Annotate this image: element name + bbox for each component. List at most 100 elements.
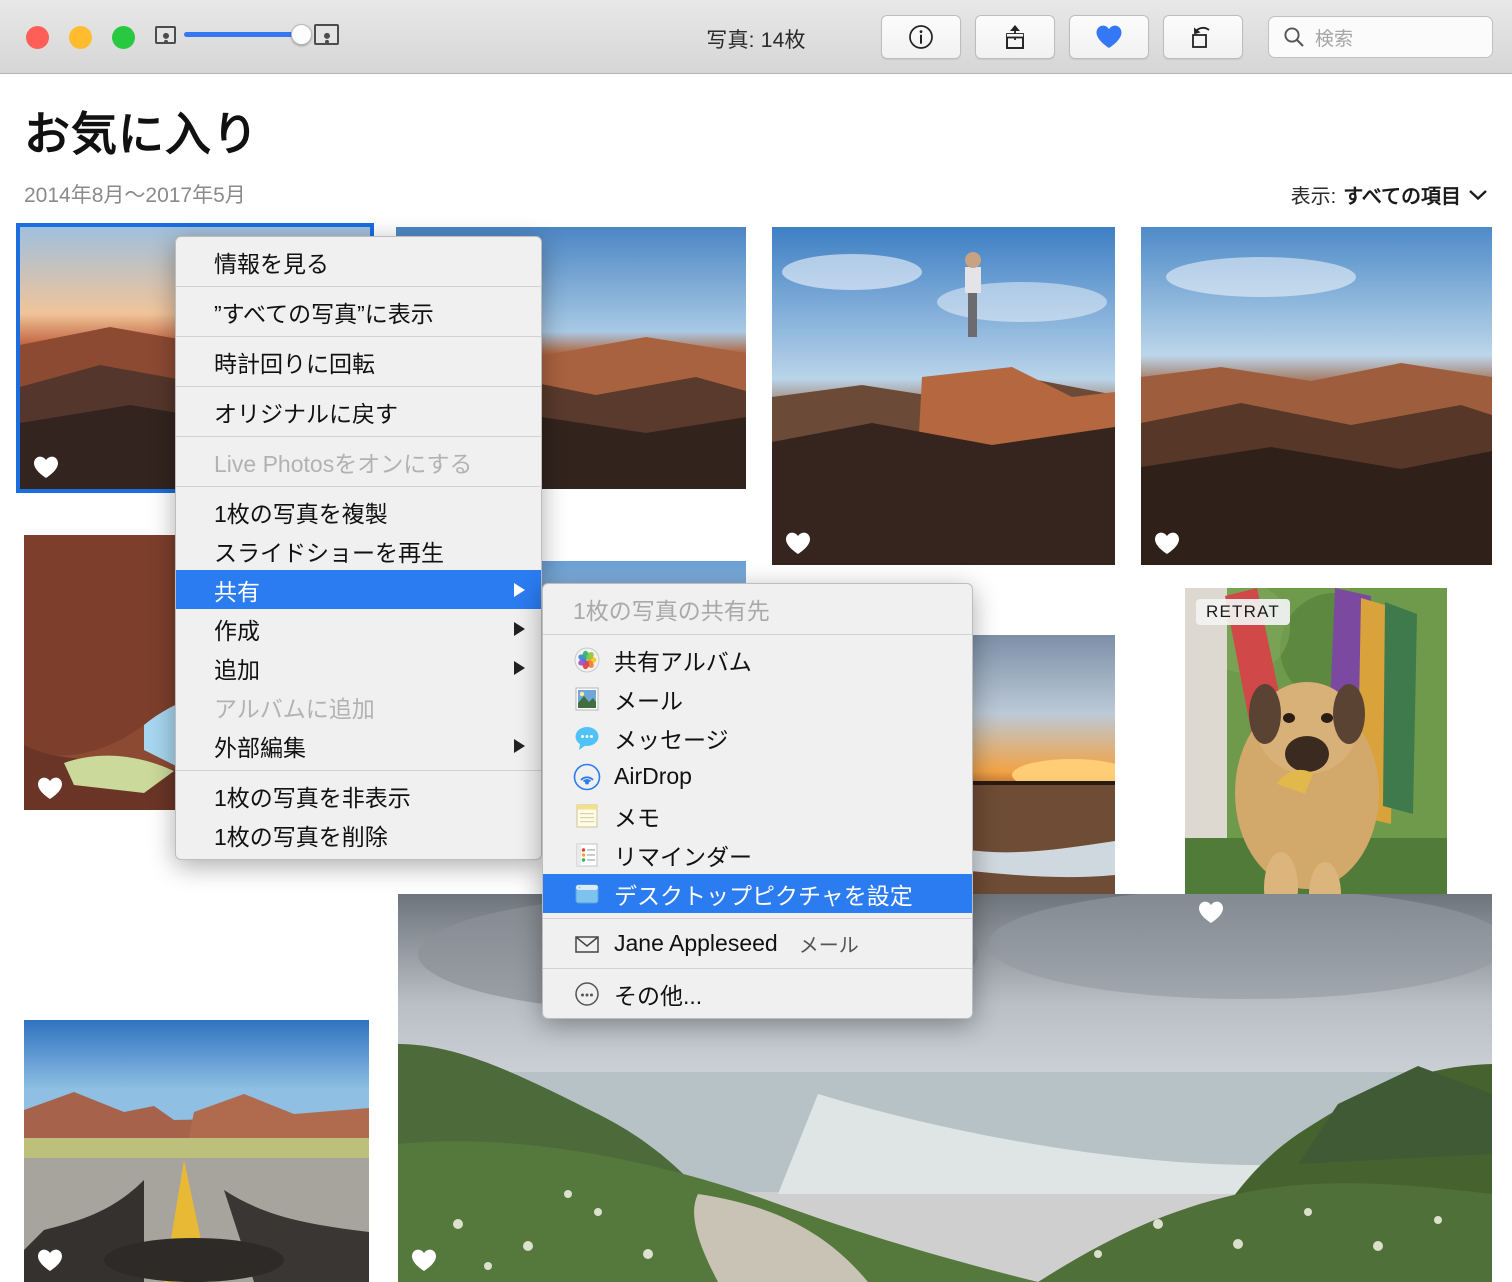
photo-thumbnail[interactable]: RETRAT bbox=[1185, 588, 1447, 934]
context-menu-item-label: 共有 bbox=[214, 578, 260, 605]
photo-badge: RETRAT bbox=[1196, 599, 1290, 625]
context-menu-item-label: 1枚の写真を削除 bbox=[214, 823, 388, 850]
share-submenu-item-suffix: メール bbox=[798, 935, 859, 957]
share-submenu-item[interactable]: その他... bbox=[543, 974, 972, 1013]
mail-icon bbox=[575, 687, 599, 710]
context-menu-item[interactable]: 1枚の写真を削除 bbox=[176, 815, 541, 854]
share-icon bbox=[1006, 25, 1024, 49]
context-menu-item[interactable]: 1枚の写真を複製 bbox=[176, 492, 541, 531]
favorite-heart-icon bbox=[1199, 901, 1223, 923]
photo-thumbnail[interactable] bbox=[772, 227, 1115, 565]
context-menu-item[interactable]: ”すべての写真”に表示 bbox=[176, 292, 541, 331]
view-filter-label: 表示: bbox=[1290, 186, 1337, 208]
share-submenu-item[interactable]: 共有アルバム bbox=[543, 640, 972, 679]
view-filter-dropdown[interactable]: 表示: すべての項目 bbox=[1291, 180, 1488, 209]
share-submenu-item-label: デスクトップピクチャを設定 bbox=[614, 882, 913, 909]
info-button[interactable] bbox=[881, 15, 961, 59]
share-submenu-item-label: メモ bbox=[614, 804, 660, 831]
share-submenu-item-label: その他... bbox=[614, 982, 703, 1009]
context-menu-item-label: 作成 bbox=[214, 617, 260, 644]
context-menu-item[interactable]: 時計回りに回転 bbox=[176, 342, 541, 381]
toolbar-buttons bbox=[881, 15, 1243, 59]
submenu-arrow-icon bbox=[514, 582, 525, 597]
photo-thumbnail[interactable] bbox=[24, 1020, 369, 1282]
favorite-button[interactable] bbox=[1069, 15, 1149, 59]
context-menu-item[interactable]: 作成 bbox=[176, 609, 541, 648]
favorite-heart-icon bbox=[38, 1249, 62, 1271]
share-submenu-item-label: リマインダー bbox=[614, 843, 752, 870]
menu-separator bbox=[543, 918, 972, 919]
search-field[interactable]: 検索 bbox=[1268, 16, 1493, 58]
menu-separator bbox=[176, 770, 541, 771]
submenu-arrow-icon bbox=[514, 660, 525, 675]
rotate-button[interactable] bbox=[1163, 15, 1243, 59]
page-title: お気に入り bbox=[24, 108, 259, 160]
envelope-icon bbox=[575, 935, 599, 953]
share-submenu-item[interactable]: デスクトップピクチャを設定 bbox=[543, 874, 972, 913]
context-menu-item[interactable]: 外部編集 bbox=[176, 726, 541, 765]
context-menu-item[interactable]: 追加 bbox=[176, 648, 541, 687]
reminders-icon bbox=[576, 843, 598, 866]
view-filter-value: すべての項目 bbox=[1343, 186, 1461, 208]
submenu-arrow-icon bbox=[514, 738, 525, 753]
share-submenu-item[interactable]: メモ bbox=[543, 796, 972, 835]
date-range: 2014年8月～2017年5月 bbox=[24, 184, 246, 207]
photo-thumbnail[interactable] bbox=[1141, 227, 1492, 565]
context-menu-item[interactable]: オリジナルに戻す bbox=[176, 392, 541, 431]
heart-icon bbox=[1096, 25, 1122, 48]
menu-separator bbox=[176, 436, 541, 437]
menu-separator bbox=[543, 968, 972, 969]
context-menu-item[interactable]: 情報を見る bbox=[176, 242, 541, 281]
share-submenu-item[interactable]: リマインダー bbox=[543, 835, 972, 874]
context-menu-item-label: 時計回りに回転 bbox=[214, 350, 375, 377]
photo-image bbox=[1141, 227, 1492, 565]
rotate-icon bbox=[1192, 26, 1210, 48]
menu-separator bbox=[176, 286, 541, 287]
share-submenu-item-label: メール bbox=[614, 687, 683, 714]
context-menu-item-label: アルバムに追加 bbox=[214, 695, 375, 722]
context-menu-item-label: ”すべての写真”に表示 bbox=[214, 300, 434, 327]
menu-separator bbox=[176, 486, 541, 487]
share-submenu-item[interactable]: メッセージ bbox=[543, 718, 972, 757]
share-submenu-item[interactable]: Jane Appleseed メール bbox=[543, 924, 972, 963]
share-button[interactable] bbox=[975, 15, 1055, 59]
favorite-heart-icon bbox=[786, 532, 810, 554]
more-icon bbox=[575, 981, 599, 1006]
menu-separator bbox=[543, 634, 972, 635]
context-menu-item: アルバムに追加 bbox=[176, 687, 541, 726]
share-submenu[interactable]: 1枚の写真の共有先 共有アルバム メール メッセージ AirDrop メモ リマインダー デス… bbox=[542, 583, 973, 1019]
share-submenu-item-label: 共有アルバム bbox=[614, 648, 752, 675]
favorite-heart-icon bbox=[38, 777, 62, 799]
context-menu-item-label: 追加 bbox=[214, 656, 260, 683]
favorite-heart-icon bbox=[1155, 532, 1179, 554]
context-menu-item[interactable]: 共有 bbox=[176, 570, 541, 609]
messages-icon bbox=[575, 726, 599, 750]
chevron-down-icon bbox=[1469, 190, 1487, 201]
photo-image bbox=[1185, 588, 1447, 934]
desktop-icon bbox=[575, 884, 599, 903]
context-menu-item-label: 1枚の写真を非表示 bbox=[214, 784, 411, 811]
search-icon bbox=[1284, 27, 1304, 47]
share-submenu-item-label: Jane Appleseed bbox=[614, 930, 778, 956]
window-titlebar: 写真: 14枚 検索 bbox=[0, 0, 1512, 74]
context-menu-item-label: 情報を見る bbox=[214, 250, 329, 277]
context-menu-item-label: 1枚の写真を複製 bbox=[214, 500, 388, 527]
info-icon bbox=[909, 25, 933, 49]
favorite-heart-icon bbox=[34, 456, 58, 478]
context-menu-item[interactable]: 1枚の写真を非表示 bbox=[176, 776, 541, 815]
context-menu-item-label: Live Photosをオンにする bbox=[214, 450, 473, 477]
search-placeholder: 検索 bbox=[1315, 28, 1354, 50]
photo-image bbox=[24, 1020, 369, 1282]
share-submenu-heading: 1枚の写真の共有先 bbox=[573, 598, 770, 624]
context-menu-item: Live Photosをオンにする bbox=[176, 442, 541, 481]
share-submenu-item[interactable]: AirDrop bbox=[543, 757, 972, 796]
photo-context-menu[interactable]: 情報を見る ”すべての写真”に表示 時計回りに回転 オリジナルに戻す Live Phot… bbox=[175, 236, 542, 860]
context-menu-item[interactable]: スライドショーを再生 bbox=[176, 531, 541, 570]
share-submenu-item[interactable]: メール bbox=[543, 679, 972, 718]
context-menu-item-label: オリジナルに戻す bbox=[214, 400, 398, 427]
notes-icon bbox=[576, 804, 598, 827]
menu-separator bbox=[176, 336, 541, 337]
favorite-heart-icon bbox=[412, 1249, 436, 1271]
context-menu-item-label: スライドショーを再生 bbox=[214, 539, 444, 566]
share-submenu-item-label: AirDrop bbox=[614, 763, 692, 789]
